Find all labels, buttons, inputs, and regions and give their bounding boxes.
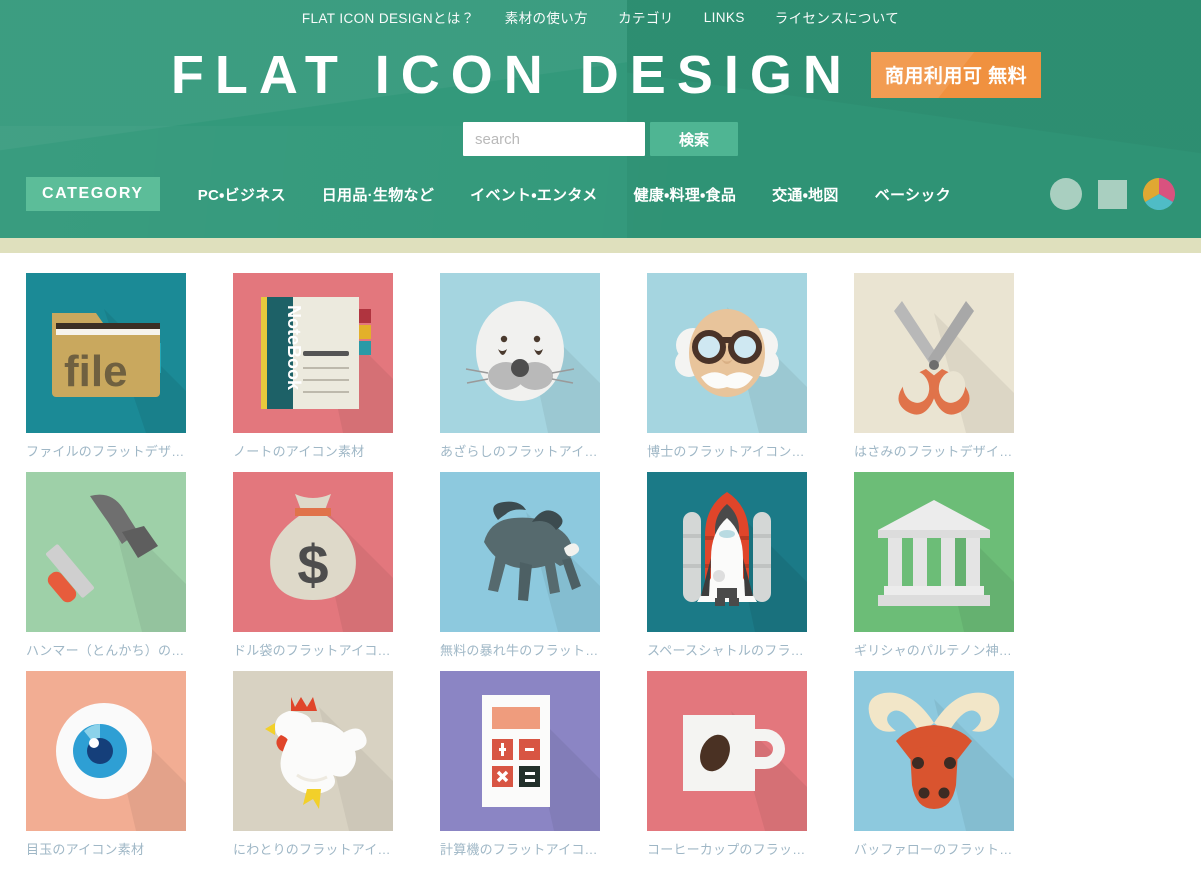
- icon-card[interactable]: 計算機のフラットアイコ…: [440, 671, 600, 858]
- topnav-item-category[interactable]: カテゴリ: [618, 7, 674, 27]
- top-navigation: FLAT ICON DESIGNとは？ 素材の使い方 カテゴリ LINKS ライ…: [0, 0, 1201, 34]
- icon-card[interactable]: 無料の暴れ牛のフラット…: [440, 472, 600, 659]
- icon-caption: 無料の暴れ牛のフラット…: [440, 643, 599, 658]
- category-link-pc-business[interactable]: PC・ビジネス: [198, 184, 286, 205]
- header-bottom-strip: [0, 238, 1201, 253]
- chicken-icon: [233, 671, 393, 831]
- buffalo-icon: [854, 671, 1014, 831]
- professor-icon: [647, 273, 807, 433]
- calculator-icon: [440, 671, 600, 831]
- icon-caption: ドル袋のフラットアイコ…: [233, 643, 391, 658]
- icon-card[interactable]: 目玉のアイコン素材: [26, 671, 186, 858]
- icon-card[interactable]: file ファイルのフラットデザ…: [26, 273, 186, 460]
- icon-caption: 計算機のフラットアイコ…: [440, 842, 598, 857]
- free-commercial-badge: 商用利用可 無料: [870, 52, 1042, 98]
- topnav-item-usage[interactable]: 素材の使い方: [505, 7, 588, 27]
- category-link-health-food[interactable]: 健康・料理・食品: [634, 184, 737, 205]
- icon-card[interactable]: ギリシャのパルテノン神…: [854, 472, 1014, 659]
- category-link-traffic-map[interactable]: 交通・地図: [772, 184, 839, 205]
- svg-text:NoteBook: NoteBook: [284, 305, 304, 391]
- site-title: FLAT ICON DESIGN: [170, 45, 853, 105]
- money-bag-icon: $: [233, 472, 393, 632]
- category-bar: CATEGORY PC・ビジネス 日用品·生物など イベント・エンタメ 健康・料…: [0, 174, 1201, 214]
- icon-caption: ノートのアイコン素材: [233, 444, 365, 459]
- search-input[interactable]: [463, 122, 645, 156]
- category-badge: CATEGORY: [26, 177, 160, 211]
- seal-icon: [440, 273, 600, 433]
- icon-caption: バッファローのフラット…: [854, 842, 1013, 857]
- category-link-daily-goods[interactable]: 日用品·生物など: [322, 184, 434, 205]
- eyeball-icon: [26, 671, 186, 831]
- icon-card[interactable]: はさみのフラットデザイ…: [854, 273, 1014, 460]
- category-link-event-enta[interactable]: イベント・エンタメ: [470, 184, 597, 205]
- icon-card[interactable]: ハンマー（とんかち）の…: [26, 472, 186, 659]
- parthenon-icon: [854, 472, 1014, 632]
- icon-caption: スペースシャトルのフラ…: [647, 643, 804, 658]
- icon-caption: ファイルのフラットデザ…: [26, 444, 185, 459]
- icon-caption: はさみのフラットデザイ…: [854, 444, 1013, 459]
- icon-caption: 目玉のアイコン素材: [26, 842, 145, 857]
- icon-caption: ハンマー（とんかち）の…: [26, 643, 185, 658]
- icon-card[interactable]: にわとりのフラットアイ…: [233, 671, 393, 858]
- circle-shape-filter-icon[interactable]: [1050, 178, 1082, 210]
- icon-caption: コーヒーカップのフラッ…: [647, 842, 806, 857]
- coffee-cup-icon: [647, 671, 807, 831]
- search-button[interactable]: 検索: [650, 122, 738, 156]
- icon-card[interactable]: あざらしのフラットアイ…: [440, 273, 600, 460]
- icon-caption: あざらしのフラットアイ…: [440, 444, 598, 459]
- icon-card[interactable]: 博士のフラットアイコン…: [647, 273, 807, 460]
- category-link-basic[interactable]: ベーシック: [875, 184, 951, 205]
- hammer-icon: [26, 472, 186, 632]
- icon-grid: file ファイルのフラットデザ… NoteBook ノートのアイコン素材 あざ…: [0, 253, 1201, 870]
- file-folder-icon: file: [26, 273, 186, 433]
- space-shuttle-icon: [647, 472, 807, 632]
- search-row: 検索: [0, 122, 1201, 156]
- notebook-icon: NoteBook: [233, 273, 393, 433]
- brand-row: FLAT ICON DESIGN 商用利用可 無料: [0, 48, 1201, 102]
- topnav-item-links[interactable]: LINKS: [704, 10, 745, 25]
- icon-card[interactable]: スペースシャトルのフラ…: [647, 472, 807, 659]
- icon-caption: にわとりのフラットアイ…: [233, 842, 391, 857]
- square-shape-filter-icon[interactable]: [1098, 179, 1127, 209]
- topnav-item-license[interactable]: ライセンスについて: [775, 7, 899, 27]
- icon-caption: 博士のフラットアイコン…: [647, 444, 805, 459]
- pie-shape-filter-icon[interactable]: [1143, 178, 1175, 210]
- scissors-icon: [854, 273, 1014, 433]
- icon-card[interactable]: バッファローのフラット…: [854, 671, 1014, 858]
- icon-caption: ギリシャのパルテノン神…: [854, 643, 1013, 658]
- icon-card[interactable]: $ ドル袋のフラットアイコ…: [233, 472, 393, 659]
- svg-text:file: file: [64, 347, 128, 396]
- bull-icon: [440, 472, 600, 632]
- icon-card[interactable]: コーヒーカップのフラッ…: [647, 671, 807, 858]
- topnav-item-about[interactable]: FLAT ICON DESIGNとは？: [302, 7, 475, 27]
- shape-filter-group: [1050, 178, 1175, 210]
- icon-card[interactable]: NoteBook ノートのアイコン素材: [233, 273, 393, 460]
- svg-text:$: $: [297, 533, 328, 596]
- category-links: PC・ビジネス 日用品·生物など イベント・エンタメ 健康・料理・食品 交通・地…: [198, 184, 951, 205]
- site-header: FLAT ICON DESIGNとは？ 素材の使い方 カテゴリ LINKS ライ…: [0, 0, 1201, 238]
